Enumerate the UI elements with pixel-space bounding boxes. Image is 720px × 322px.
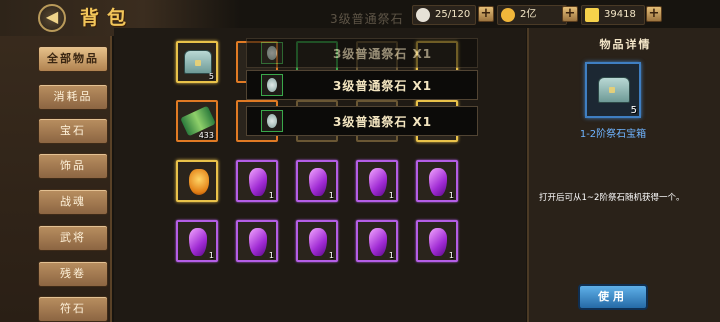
- item-slot-chest[interactable]: 5: [176, 41, 218, 83]
- add-silver-button[interactable]: +: [562, 6, 578, 22]
- amulet-icon: [189, 169, 209, 195]
- item-slot-scroll[interactable]: 433: [176, 100, 218, 142]
- crystal-icon: [369, 168, 387, 196]
- category-consumables[interactable]: 消耗品: [38, 84, 108, 110]
- back-button[interactable]: ◀: [38, 4, 66, 32]
- chest-icon: [598, 77, 630, 103]
- item-slot-crystal[interactable]: 1: [236, 160, 278, 202]
- gold-ingot-icon: [585, 8, 599, 22]
- crystal-icon: [429, 228, 447, 256]
- reward-row: 3级普通祭石 X1: [246, 106, 478, 136]
- item-detail-panel: 物品详情 5 1-2阶祭石宝箱 打开后可从1~2阶祭石随机获得一个。 使用: [527, 28, 720, 322]
- reward-row: 3级普通祭石 X1: [246, 38, 478, 68]
- page-title: 背包: [80, 7, 135, 29]
- item-slot-crystal[interactable]: 1: [296, 160, 338, 202]
- add-gold-button[interactable]: +: [646, 6, 662, 22]
- gold-display: 39418: [581, 5, 645, 25]
- chest-icon: [184, 50, 212, 74]
- category-fragments[interactable]: 残卷: [38, 261, 108, 287]
- bag-screen: { "header": { "title": "背包", "back_glyph…: [0, 0, 720, 322]
- item-slot-crystal[interactable]: 1: [296, 220, 338, 262]
- rune-stone-icon: [261, 42, 283, 64]
- crystal-icon: [249, 228, 267, 256]
- item-slot-crystal[interactable]: 1: [356, 220, 398, 262]
- popup-ghost-text: 3级普通祭石: [330, 12, 404, 26]
- item-slot-crystal[interactable]: 1: [356, 160, 398, 202]
- crystal-icon: [249, 168, 267, 196]
- item-slot-crystal[interactable]: 1: [176, 220, 218, 262]
- crystal-icon: [369, 228, 387, 256]
- expand-bag-button[interactable]: +: [478, 6, 494, 22]
- category-generals[interactable]: 武将: [38, 225, 108, 251]
- crystal-icon: [189, 228, 207, 256]
- use-button[interactable]: 使用: [578, 284, 648, 310]
- category-gems[interactable]: 宝石: [38, 118, 108, 144]
- detail-item-icon: 5: [585, 62, 641, 118]
- rune-stone-icon: [261, 110, 283, 132]
- back-arrow-icon: ◀: [45, 7, 59, 26]
- item-slot-crystal[interactable]: 1: [236, 220, 278, 262]
- crystal-icon: [429, 168, 447, 196]
- reward-row: 3级普通祭石 X1: [246, 70, 478, 100]
- item-slot-crystal[interactable]: 1: [416, 220, 458, 262]
- rune-stone-icon: [261, 74, 283, 96]
- bag-capacity-display: 25/120: [412, 5, 476, 25]
- crystal-icon: [309, 228, 327, 256]
- category-all-items[interactable]: 全部物品: [38, 46, 108, 72]
- silver-display: 2亿: [497, 5, 567, 25]
- bag-icon: [416, 8, 430, 22]
- item-slot-crystal[interactable]: 1: [416, 160, 458, 202]
- category-rune-stones[interactable]: 符石: [38, 296, 108, 322]
- detail-item-description: 打开后可从1~2阶祭石随机获得一个。: [539, 193, 685, 203]
- detail-item-name: 1-2阶祭石宝箱: [579, 129, 647, 140]
- category-accessories[interactable]: 饰品: [38, 153, 108, 179]
- item-slot-amulet[interactable]: [176, 160, 218, 202]
- category-war-souls[interactable]: 战魂: [38, 189, 108, 215]
- silver-coin-icon: [501, 8, 515, 22]
- detail-heading: 物品详情: [599, 38, 652, 51]
- crystal-icon: [309, 168, 327, 196]
